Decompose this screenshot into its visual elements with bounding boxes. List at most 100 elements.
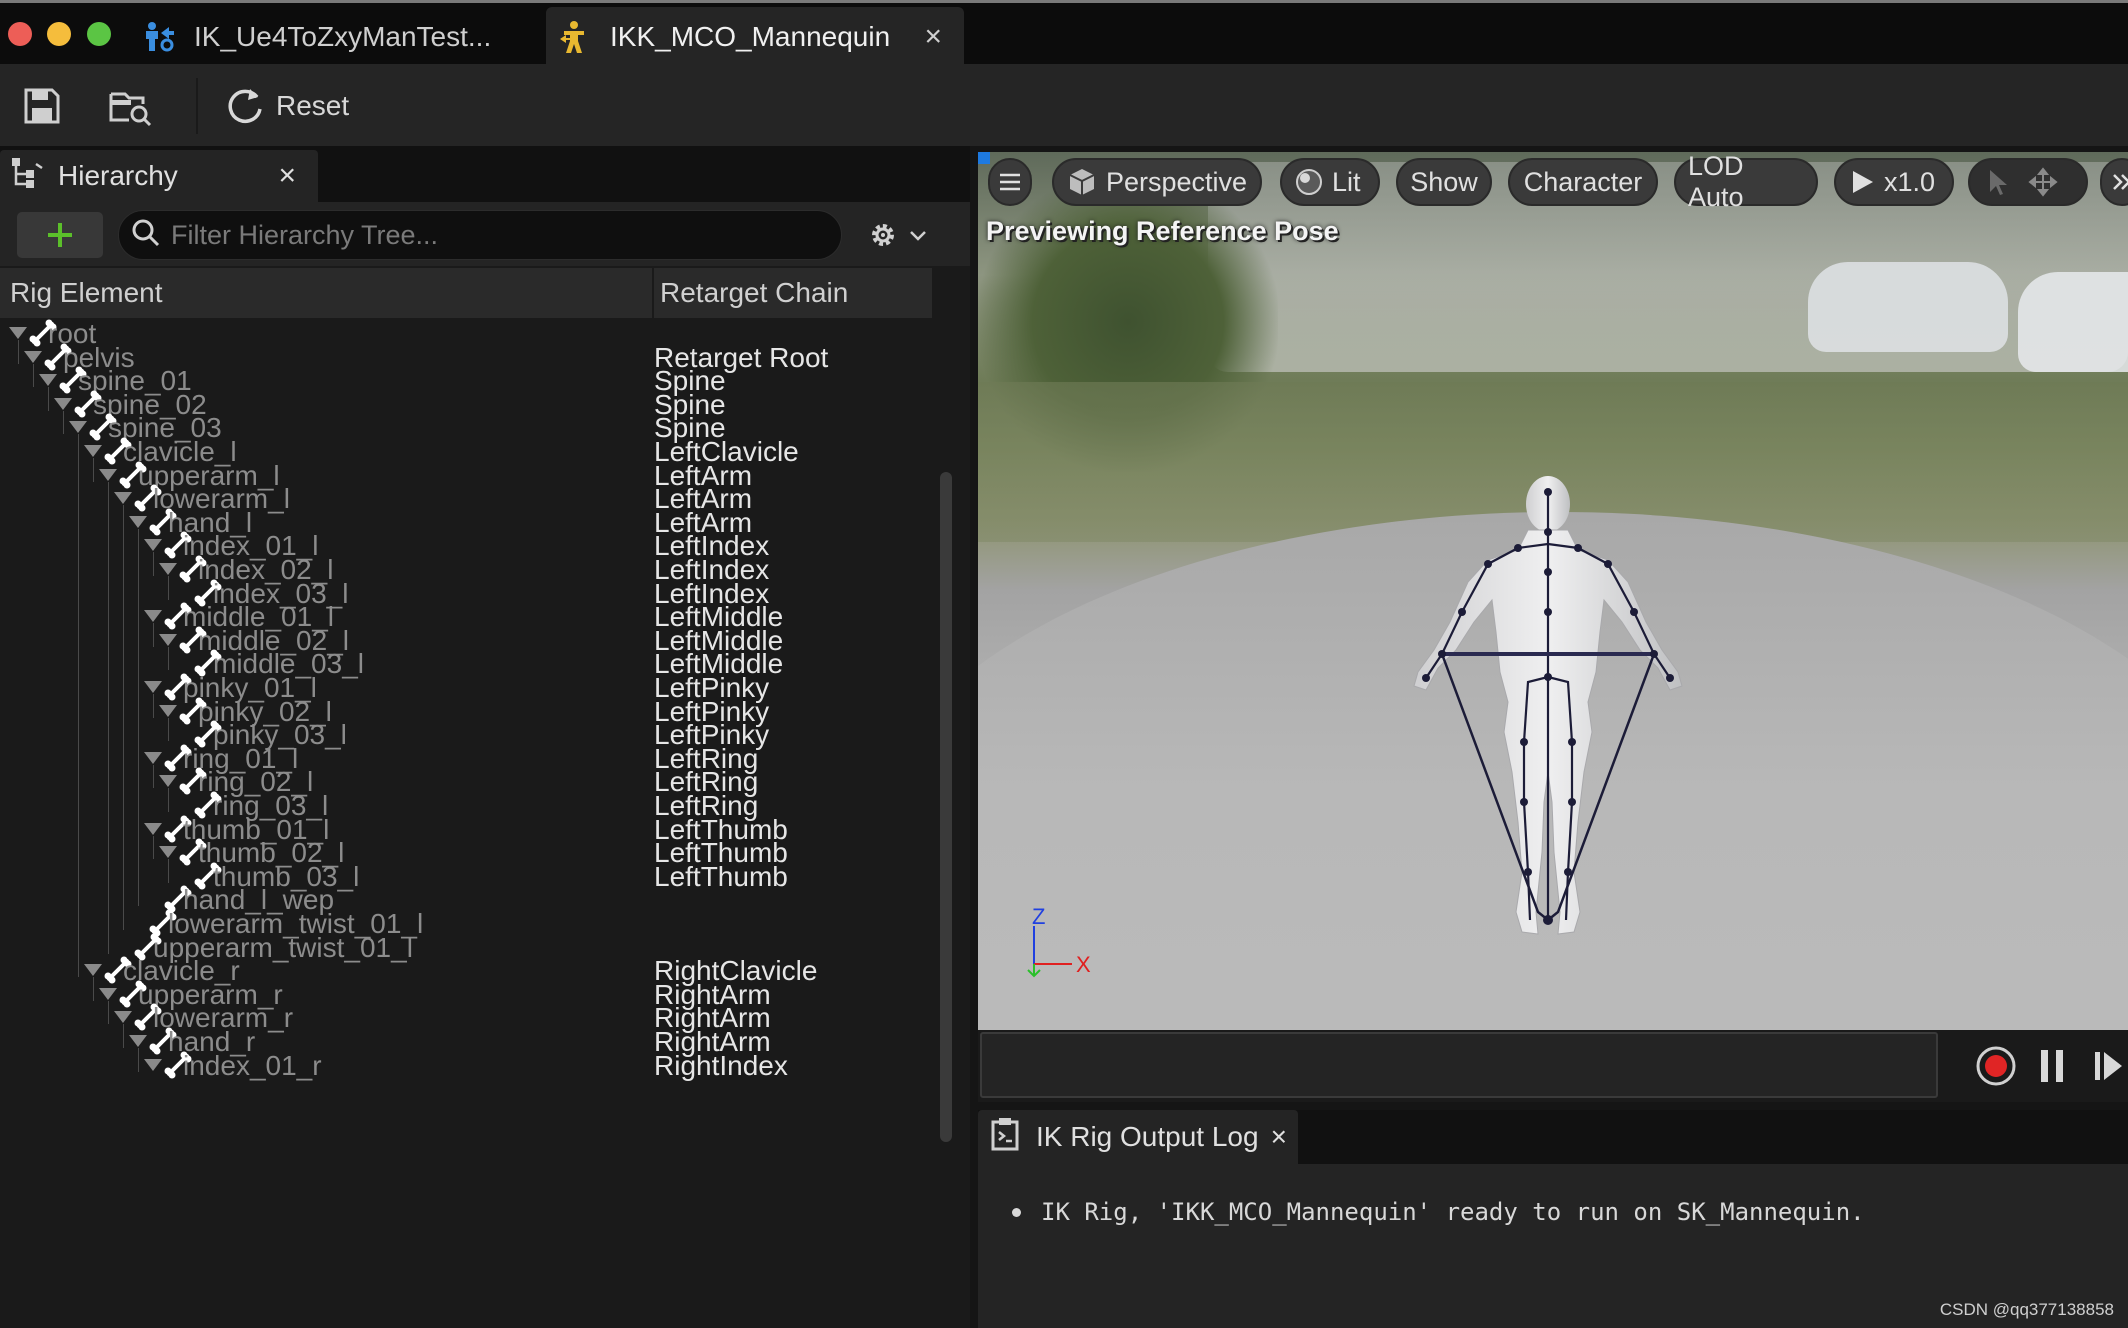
column-divider[interactable] — [652, 268, 654, 318]
select-cursor-icon[interactable] — [1982, 167, 2010, 197]
column-header-rig-element[interactable]: Rig Element — [10, 268, 163, 318]
plus-icon — [48, 223, 72, 247]
reset-button[interactable]: Reset — [224, 82, 349, 130]
playback-speed-button[interactable]: x1.0 — [1834, 158, 1954, 206]
expand-arrow-icon[interactable] — [84, 964, 102, 977]
output-log-tab-close-button[interactable]: × — [1271, 1121, 1287, 1153]
hierarchy-search-input[interactable] — [171, 219, 811, 251]
record-icon — [1976, 1046, 2016, 1086]
character-label: Character — [1523, 166, 1643, 197]
hierarchy-tab-bar: Hierarchy × — [0, 146, 970, 202]
expand-arrow-icon[interactable] — [159, 704, 177, 717]
expand-arrow-icon[interactable] — [159, 563, 177, 575]
expand-arrow-icon[interactable] — [129, 1035, 147, 1047]
add-element-button[interactable] — [17, 212, 103, 258]
character-button[interactable]: Character — [1508, 158, 1658, 206]
window-maximize-button[interactable] — [87, 22, 111, 46]
expand-arrow-icon[interactable] — [99, 987, 117, 1000]
expand-arrow-icon[interactable] — [69, 421, 87, 434]
window-minimize-button[interactable] — [47, 22, 71, 46]
expand-arrow-icon[interactable] — [84, 445, 102, 457]
hierarchy-settings-button[interactable] — [866, 214, 936, 256]
expand-arrow-icon[interactable] — [144, 822, 162, 835]
viewport-menu-button[interactable] — [988, 158, 1032, 206]
expand-arrow-icon[interactable] — [144, 751, 162, 764]
bone-name: index_01_r — [183, 1049, 322, 1081]
hierarchy-panel: Hierarchy × Rig Element Retarget Chain r… — [0, 146, 970, 1328]
expand-arrow-icon[interactable] — [144, 610, 162, 623]
lod-label: LOD Auto — [1688, 152, 1744, 212]
expand-arrow-icon[interactable] — [114, 1011, 132, 1024]
output-log-tab[interactable]: IK Rig Output Log × — [978, 1110, 1298, 1164]
output-log-icon — [990, 1117, 1020, 1158]
hierarchy-scrollbar[interactable] — [940, 472, 952, 1142]
column-header-retarget-chain[interactable]: Retarget Chain — [660, 268, 848, 318]
view-mode-label: Perspective — [1106, 166, 1248, 197]
step-forward-button[interactable] — [2086, 1044, 2128, 1088]
browse-asset-button[interactable] — [108, 82, 158, 130]
save-icon — [24, 88, 60, 124]
move-icon[interactable] — [2028, 167, 2058, 197]
output-log-tab-bar: IK Rig Output Log × — [978, 1110, 2128, 1164]
expand-arrow-icon[interactable] — [24, 350, 42, 363]
search-icon — [129, 216, 163, 255]
record-button[interactable] — [1974, 1044, 2018, 1088]
expand-arrow-icon[interactable] — [129, 515, 147, 528]
lod-button[interactable]: LOD Auto — [1674, 152, 1818, 212]
log-message: IK Rig, 'IKK_MCO_Mannequin' ready to run… — [1012, 1198, 1865, 1226]
lighting-mode-button[interactable]: Lit — [1280, 158, 1380, 206]
expand-arrow-icon[interactable] — [114, 492, 132, 505]
tab-label: IKK_MCO_Mannequin — [610, 21, 891, 52]
save-button[interactable] — [22, 82, 68, 130]
expand-arrow-icon[interactable] — [159, 775, 177, 788]
toolbar-separator — [196, 78, 198, 134]
lighting-mode-label: Lit — [1332, 166, 1361, 197]
watermark: CSDN @qq377138858 — [1939, 1300, 2114, 1319]
transform-tools — [1968, 158, 2088, 206]
expand-arrow-icon[interactable] — [144, 539, 162, 552]
expand-arrow-icon[interactable] — [144, 681, 162, 693]
hierarchy-tab[interactable]: Hierarchy × — [0, 150, 318, 202]
axis-x-label: X — [1076, 952, 1091, 977]
expand-arrow-icon[interactable] — [54, 397, 72, 410]
viewport[interactable]: Perspective Lit Show Character LOD Auto … — [978, 152, 2128, 1030]
hierarchy-search-box — [118, 210, 842, 260]
viewport-focus-indicator — [978, 152, 990, 164]
hierarchy-tab-label: Hierarchy — [58, 160, 178, 191]
double-chevron-right-icon — [2113, 174, 2128, 190]
log-message-text: IK Rig, 'IKK_MCO_Mannequin' ready to run… — [1041, 1198, 1865, 1226]
hierarchy-tab-close-button[interactable]: × — [278, 159, 296, 193]
expand-arrow-icon[interactable] — [144, 1058, 162, 1071]
tab-label: IK_Ue4ToZxyManTest... — [194, 21, 492, 52]
background-car — [2018, 272, 2128, 372]
expand-arrow-icon[interactable] — [99, 468, 117, 481]
step-forward-icon — [2095, 1052, 2122, 1080]
reset-label: Reset — [276, 90, 350, 121]
viewport-status-text: Previewing Reference Pose — [986, 216, 1339, 246]
show-label: Show — [1410, 166, 1478, 197]
tab-close-button[interactable]: × — [924, 20, 942, 54]
expand-arrow-icon[interactable] — [159, 633, 177, 646]
tab-ik-rig[interactable]: IKK_MCO_Mannequin × — [546, 7, 964, 67]
expand-arrow-icon[interactable] — [9, 327, 27, 339]
show-flags-button[interactable]: Show — [1396, 158, 1492, 206]
timeline-transport — [978, 1030, 2128, 1102]
pause-icon — [2041, 1050, 2063, 1082]
expand-arrow-icon[interactable] — [39, 374, 57, 387]
retargeter-icon — [136, 17, 180, 57]
window-close-button[interactable] — [8, 22, 32, 46]
tab-ik-retargeter[interactable]: IK_Ue4ToZxyManTest... — [130, 7, 540, 67]
cube-icon — [1069, 169, 1095, 195]
hamburger-icon — [1000, 173, 1020, 191]
pause-button[interactable] — [2030, 1044, 2074, 1088]
lit-sphere-icon — [1296, 169, 1322, 195]
chevron-down-icon — [910, 231, 926, 241]
view-mode-button[interactable]: Perspective — [1052, 158, 1262, 206]
toolbar: Reset — [0, 64, 2128, 146]
timeline-scrubber[interactable] — [980, 1032, 1938, 1098]
gear-icon — [872, 224, 894, 246]
output-log-panel: IK Rig Output Log × IK Rig, 'IKK_MCO_Man… — [978, 1102, 2128, 1328]
tree-row[interactable]: index_01_r RightIndex — [0, 1050, 940, 1082]
retarget-chain-name: RightIndex — [654, 1049, 788, 1081]
expand-arrow-icon[interactable] — [159, 846, 177, 859]
